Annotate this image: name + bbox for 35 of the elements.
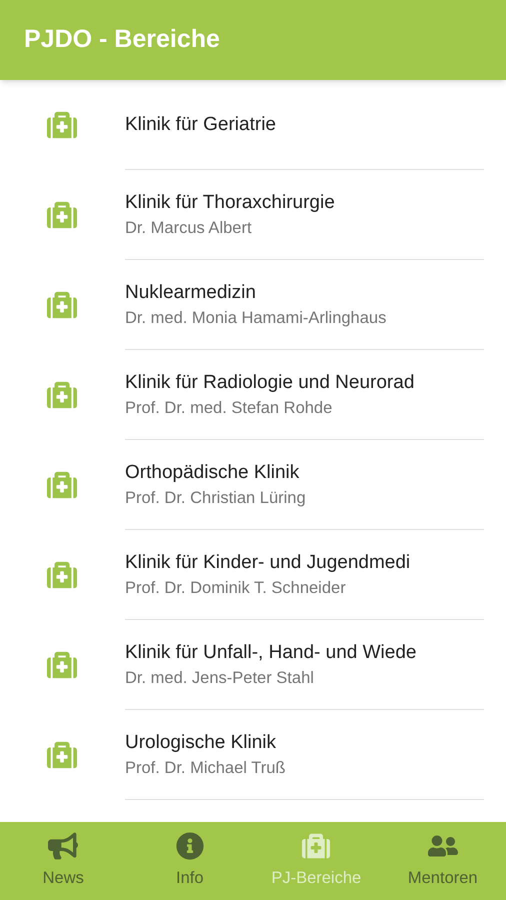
list-item[interactable]: Klinik für Radiologie und Neurorad Prof. Dr. med. Stefan Rohde [0,350,506,440]
item-subtitle: Prof. Dr. med. Stefan Rohde [125,398,334,418]
list-item[interactable]: Nuklearmedizin Dr. med. Monia Hamami-Arlinghaus [0,260,506,350]
list-item[interactable]: Klinik für Geriatrie [0,80,506,170]
list-item[interactable]: Klinik für Kinder- und Jugendmedi Prof. Dr. Dominik T. Schneider [0,530,506,620]
item-subtitle: Dr. med. Monia Hamami-Arlinghaus [125,308,388,328]
item-title: Urologische Klinik [125,730,278,754]
item-subtitle: Dr. Marcus Albert [125,218,253,238]
item-subtitle: Prof. Dr. Christian Lüring [125,488,307,508]
item-title: Klinik für Geriatrie [125,112,277,136]
megaphone-icon [48,832,78,860]
info-icon [174,832,205,860]
item-title: Orthopädische Klinik [125,460,300,484]
list-item[interactable]: Klinik für Thoraxchirurgie Dr. Marcus Albert [0,170,506,260]
item-title: Klinik für Unfall-, Hand- und Wiede [125,640,418,664]
item-title: Klinik für Kinder- und Jugendmedi [125,550,412,574]
medkit-icon [46,380,78,410]
medkit-icon [46,740,78,770]
item-title: Klinik für Radiologie und Neurorad [125,370,416,394]
item-title: Nuklearmedizin [125,280,257,304]
list-item[interactable]: Urologische Klinik Prof. Dr. Michael Truß [0,710,506,800]
item-subtitle: Prof. Dr. Dominik T. Schneider [125,578,347,598]
list-item[interactable]: Klinik für Unfall-, Hand- und Wiede Dr. med. Jens-Peter Stahl [0,620,506,710]
medkit-icon [46,200,78,230]
list-item[interactable]: Orthopädische Klinik Prof. Dr. Christian Lüring [0,440,506,530]
app-title: PJDO - Bereiche [24,24,220,56]
item-title: Klinik für Thoraxchirurgie [125,190,336,214]
medkit-icon [46,650,78,680]
medkit-icon [46,290,78,320]
medkit-icon [46,560,78,590]
item-subtitle: Dr. med. Jens-Peter Stahl [125,668,315,688]
medkit-icon [46,110,78,140]
medkit-icon [46,470,78,500]
item-subtitle: Prof. Dr. Michael Truß [125,758,286,778]
medkit-icon [301,832,332,860]
